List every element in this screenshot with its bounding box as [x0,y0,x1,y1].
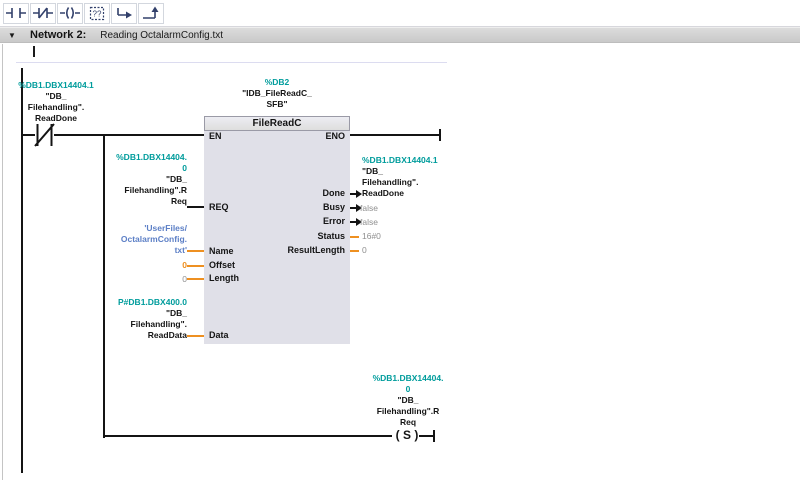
name-stub-wire [187,250,205,252]
comment-text-cursor[interactable] [33,46,35,57]
length-port-label: Length [209,273,239,283]
operand-name-line[interactable]: Req [60,196,187,207]
set-coil-symbol[interactable]: ( S ) [390,428,424,442]
branch-end-tick [433,430,435,442]
instance-db-name-line[interactable]: SFB" [204,99,350,110]
operand-address[interactable]: %DB1.DBX14404.1 [6,80,106,91]
data-operand[interactable]: P#DB1.DBX400.0 "DB_ Filehandling". ReadD… [60,297,187,341]
open-branch-icon [114,6,134,20]
instance-db-operand[interactable]: %DB2 "IDB_FileReadC_ SFB" [204,77,350,110]
operand-address[interactable]: P#DB1.DBX400.0 [60,297,187,308]
operand-name-line[interactable]: Req [348,417,468,428]
operand-name-line[interactable]: Filehandling". [362,177,472,188]
req-port-label: REQ [209,202,229,212]
string-literal-line[interactable]: 'UserFiles/ [60,223,187,234]
comment-separator-line [16,62,447,63]
done-operand[interactable]: %DB1.DBX14404.1 "DB_ Filehandling". Read… [362,155,472,199]
result-length-stub-wire [349,250,359,252]
req-operand[interactable]: %DB1.DBX14404. 0 "DB_ Filehandling".R Re… [60,152,187,207]
eno-port-label: ENO [325,131,345,141]
string-literal-line[interactable]: txt' [60,245,187,256]
status-port-label: Status [317,231,345,241]
operand-name-line[interactable]: "DB_ [6,91,106,102]
data-port-label: Data [209,330,229,340]
closed-contact-icon [33,6,53,20]
en-port-label: EN [209,131,222,141]
status-operand[interactable]: 16#0 [362,231,381,242]
open-contact-icon [6,6,26,20]
eno-end-tick [439,129,441,141]
operand-address[interactable]: 0 [348,384,468,395]
length-operand[interactable]: 0 [60,274,187,285]
lad-editor: ?? ▼ Network 2: Reading OctalarmConfig.t… [0,0,800,480]
empty-box-icon: ?? [87,6,107,21]
coil-icon [60,6,80,20]
operand-name-line[interactable]: "DB_ [60,308,187,319]
instance-db-name-line[interactable]: "IDB_FileReadC_ [204,88,350,99]
coil-button[interactable] [57,2,83,24]
operand-address[interactable]: %DB1.DBX14404.1 [362,155,472,166]
collapse-network-icon[interactable]: ▼ [8,31,22,40]
result-length-operand[interactable]: 0 [362,245,367,256]
offset-port-label: Offset [209,260,236,270]
operand-name-line[interactable]: Filehandling". [60,319,187,330]
operand-address[interactable]: 0 [60,163,187,174]
done-port-label: Done [322,188,346,198]
operand-name-line[interactable]: "DB_ [348,395,468,406]
name-port-label: Name [209,246,234,256]
close-branch-icon [141,6,161,20]
operand-name-line[interactable]: ReadDone [6,113,106,124]
operand-name-line[interactable]: Filehandling". [6,102,106,113]
closed-contact-button[interactable] [30,2,56,24]
string-literal-line[interactable]: OctalarmConfig. [60,234,187,245]
coil-operand[interactable]: %DB1.DBX14404. 0 "DB_ Filehandling".R Re… [348,373,468,428]
operand-name-line[interactable]: "DB_ [60,174,187,185]
req-stub-wire [187,206,205,208]
open-contact-button[interactable] [3,2,29,24]
eno-wire [349,134,440,136]
power-rail [21,68,23,473]
operand-address[interactable]: %DB1.DBX14404. [60,152,187,163]
lad-toolbar: ?? [0,0,800,27]
block-title-bar[interactable]: FileReadC [204,116,350,131]
branch-wire-to-coil [103,435,392,437]
network-label: Network 2: [30,29,87,41]
network-header[interactable]: ▼ Network 2: Reading OctalarmConfig.txt [0,27,800,43]
result-length-port-label: ResultLength [287,245,346,255]
operand-name-line[interactable]: Filehandling".R [348,406,468,417]
operand-address[interactable]: %DB1.DBX14404. [348,373,468,384]
status-stub-wire [349,236,359,238]
empty-box-glyph: ?? [93,9,102,18]
offset-stub-wire [187,265,205,267]
error-operand[interactable]: false [360,217,378,228]
error-port-label: Error [322,216,345,226]
operand-name-line[interactable]: ReadData [60,330,187,341]
open-branch-button[interactable] [111,2,137,24]
data-stub-wire [187,335,205,337]
busy-operand[interactable]: false [360,203,378,214]
length-stub-wire [187,278,205,280]
close-branch-button[interactable] [138,2,164,24]
contact-operand[interactable]: %DB1.DBX14404.1 "DB_ Filehandling". Read… [6,80,106,124]
offset-operand[interactable]: 0 [60,260,187,271]
wire-contact-to-en [54,134,205,136]
busy-port-label: Busy [322,202,345,212]
name-operand[interactable]: 'UserFiles/ OctalarmConfig. txt' [60,223,187,256]
nc-contact-symbol[interactable] [34,123,55,147]
operand-name-line[interactable]: "DB_ [362,166,472,177]
empty-box-button[interactable]: ?? [84,2,110,24]
network-left-margin [2,44,3,480]
operand-name-line[interactable]: Filehandling".R [60,185,187,196]
network-title[interactable]: Reading OctalarmConfig.txt [100,30,223,41]
operand-name-line[interactable]: ReadDone [362,188,472,199]
instance-db-address[interactable]: %DB2 [204,77,350,88]
